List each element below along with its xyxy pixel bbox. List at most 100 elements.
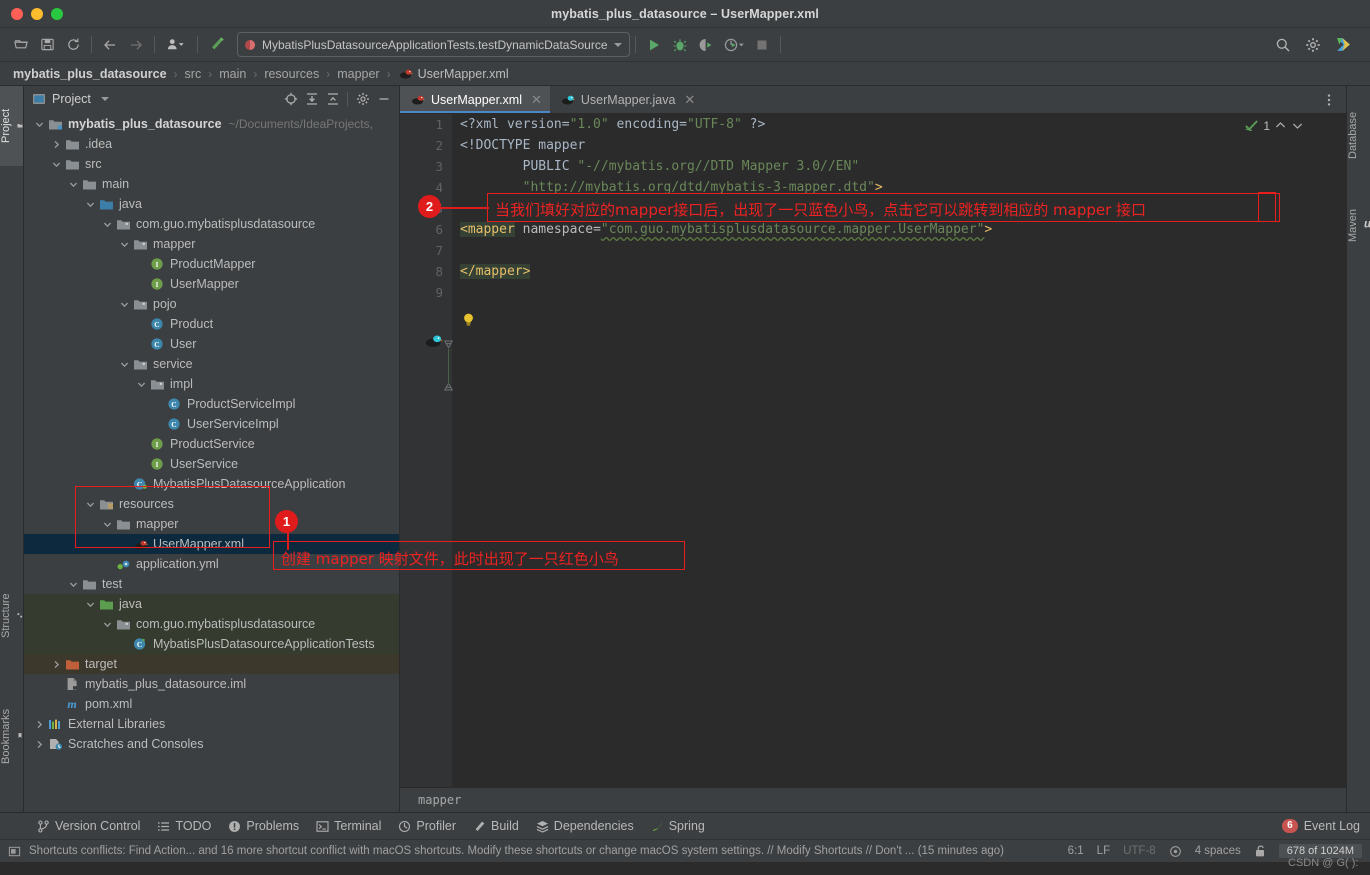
tree-node[interactable]: target bbox=[24, 654, 399, 674]
caret-position[interactable]: 6:1 bbox=[1068, 845, 1084, 857]
breadcrumb-item-resources[interactable]: resources bbox=[264, 67, 319, 81]
open-project-icon[interactable] bbox=[8, 33, 34, 57]
chevron-down-icon[interactable] bbox=[102, 519, 113, 530]
tree-node[interactable]: service bbox=[24, 354, 399, 374]
tool-window-todo[interactable]: TODO bbox=[150, 817, 218, 835]
sidebar-item-structure[interactable]: Structure bbox=[0, 570, 23, 662]
settings-gear-icon[interactable] bbox=[353, 90, 372, 109]
inspection-widget[interactable]: 1 bbox=[1244, 118, 1304, 133]
memory-indicator[interactable]: 678 of 1024M bbox=[1278, 844, 1362, 858]
tree-node[interactable]: C UserServiceImpl bbox=[24, 414, 399, 434]
tree-node[interactable]: mybatis_plus_datasource ~/Documents/IdeaP… bbox=[24, 114, 399, 134]
chevron-down-icon[interactable] bbox=[85, 599, 96, 610]
chevron-right-icon[interactable] bbox=[51, 659, 62, 670]
tree-node[interactable]: I UserService bbox=[24, 454, 399, 474]
event-log-label[interactable]: Event Log bbox=[1304, 819, 1360, 833]
close-icon[interactable]: ✕ bbox=[531, 93, 542, 106]
chevron-down-icon[interactable] bbox=[51, 159, 62, 170]
user-profile-icon[interactable] bbox=[160, 33, 192, 57]
mybatis-blue-bird-gutter-icon[interactable] bbox=[423, 332, 443, 349]
tool-window-version-control[interactable]: Version Control bbox=[30, 817, 147, 835]
tab-usermapper-xml[interactable]: UserMapper.xml ✕ bbox=[400, 86, 550, 113]
chevron-down-icon[interactable] bbox=[85, 199, 96, 210]
tree-node[interactable]: src bbox=[24, 154, 399, 174]
line-number[interactable]: 1 bbox=[400, 114, 452, 135]
forward-arrow-icon[interactable] bbox=[123, 33, 149, 57]
breadcrumb-item-src[interactable]: src bbox=[185, 67, 202, 81]
inspections-eye-icon[interactable] bbox=[1169, 845, 1182, 858]
code-line[interactable]: <!DOCTYPE mapper bbox=[460, 135, 1332, 156]
hide-panel-icon[interactable] bbox=[374, 90, 393, 109]
expand-all-icon[interactable] bbox=[302, 90, 321, 109]
window-controls[interactable] bbox=[0, 7, 63, 20]
tree-node[interactable]: C MybatisPlusDatasourceApplication bbox=[24, 474, 399, 494]
tool-window-dependencies[interactable]: Dependencies bbox=[529, 817, 641, 835]
tree-node[interactable]: java bbox=[24, 594, 399, 614]
tree-node[interactable]: I ProductMapper bbox=[24, 254, 399, 274]
code-line[interactable]: "http://mybatis.org/dtd/mybatis-3-mapper… bbox=[460, 177, 1332, 198]
indent-setting[interactable]: 4 spaces bbox=[1195, 845, 1241, 857]
breadcrumb-item-file[interactable]: UserMapper.xml bbox=[398, 67, 509, 81]
tool-window-terminal[interactable]: Terminal bbox=[309, 817, 388, 835]
tool-window-spring[interactable]: Spring bbox=[644, 817, 712, 835]
minimize-window-icon[interactable] bbox=[31, 7, 43, 20]
chevron-right-icon[interactable] bbox=[34, 719, 45, 730]
chevron-down-icon[interactable] bbox=[85, 499, 96, 510]
chevron-down-icon[interactable] bbox=[34, 119, 45, 130]
status-message[interactable]: Shortcuts conflicts: Find Action... and … bbox=[29, 845, 1004, 857]
stop-button[interactable] bbox=[749, 33, 775, 57]
line-number[interactable]: 7 bbox=[400, 240, 452, 261]
unlocked-padlock-icon[interactable] bbox=[1254, 844, 1266, 858]
breadcrumb-item-mapper[interactable]: mapper bbox=[337, 67, 379, 81]
code-line[interactable]: <mapper namespace="com.guo.mybatisplusda… bbox=[460, 219, 1332, 240]
ide-services-icon[interactable] bbox=[1330, 33, 1356, 57]
collapse-all-icon[interactable] bbox=[323, 90, 342, 109]
tree-node[interactable]: mapper bbox=[24, 234, 399, 254]
tool-window-problems[interactable]: Problems bbox=[221, 817, 306, 835]
tree-node[interactable]: com.guo.mybatisplusdatasource bbox=[24, 214, 399, 234]
tree-node[interactable]: .idea bbox=[24, 134, 399, 154]
line-number[interactable]: 2 bbox=[400, 135, 452, 156]
tree-node[interactable]: java bbox=[24, 194, 399, 214]
tree-node[interactable]: I UserMapper bbox=[24, 274, 399, 294]
chevron-down-icon[interactable] bbox=[100, 97, 109, 101]
run-button[interactable] bbox=[641, 33, 667, 57]
save-all-icon[interactable] bbox=[34, 33, 60, 57]
tree-node[interactable]: C Product bbox=[24, 314, 399, 334]
intention-bulb-icon[interactable] bbox=[462, 312, 475, 328]
code-line[interactable]: </mapper> bbox=[460, 261, 1332, 282]
tree-node[interactable]: mybatis_plus_datasource.iml bbox=[24, 674, 399, 694]
tool-window-profiler[interactable]: Profiler bbox=[391, 817, 463, 835]
next-highlight-icon[interactable] bbox=[1291, 119, 1304, 132]
chevron-right-icon[interactable] bbox=[51, 139, 62, 150]
chevron-down-icon[interactable] bbox=[136, 379, 147, 390]
debug-button[interactable] bbox=[667, 33, 693, 57]
code-line[interactable]: <?xml version="1.0" encoding="UTF-8" ?> bbox=[460, 114, 1332, 135]
tree-node[interactable]: C ProductServiceImpl bbox=[24, 394, 399, 414]
run-with-coverage-button[interactable] bbox=[693, 33, 719, 57]
chevron-down-icon[interactable] bbox=[102, 619, 113, 630]
sidebar-item-maven[interactable]: Maven m bbox=[1347, 184, 1370, 266]
chevron-down-icon[interactable] bbox=[119, 239, 130, 250]
line-number[interactable]: 6 bbox=[400, 219, 452, 240]
code-line[interactable]: PUBLIC "-//mybatis.org//DTD Mapper 3.0//… bbox=[460, 156, 1332, 177]
line-separator[interactable]: LF bbox=[1097, 845, 1110, 857]
tree-node[interactable]: I ProductService bbox=[24, 434, 399, 454]
code-line[interactable] bbox=[460, 240, 1332, 261]
tree-node[interactable]: pojo bbox=[24, 294, 399, 314]
chevron-down-icon[interactable] bbox=[613, 42, 622, 47]
tree-node[interactable]: m pom.xml bbox=[24, 694, 399, 714]
chevron-right-icon[interactable] bbox=[34, 739, 45, 750]
tree-node[interactable]: External Libraries bbox=[24, 714, 399, 734]
sidebar-item-database[interactable]: Database bbox=[1347, 90, 1370, 180]
sidebar-item-project[interactable]: Project bbox=[0, 86, 23, 166]
close-window-icon[interactable] bbox=[11, 7, 23, 20]
chevron-down-icon[interactable] bbox=[68, 179, 79, 190]
chevron-down-icon[interactable] bbox=[102, 219, 113, 230]
code-line[interactable] bbox=[460, 282, 1332, 303]
editor-right-gutter[interactable] bbox=[1332, 114, 1346, 787]
select-opened-file-icon[interactable] bbox=[281, 90, 300, 109]
sync-icon[interactable] bbox=[60, 33, 86, 57]
gear-icon[interactable] bbox=[1300, 33, 1326, 57]
profile-button[interactable] bbox=[719, 33, 749, 57]
